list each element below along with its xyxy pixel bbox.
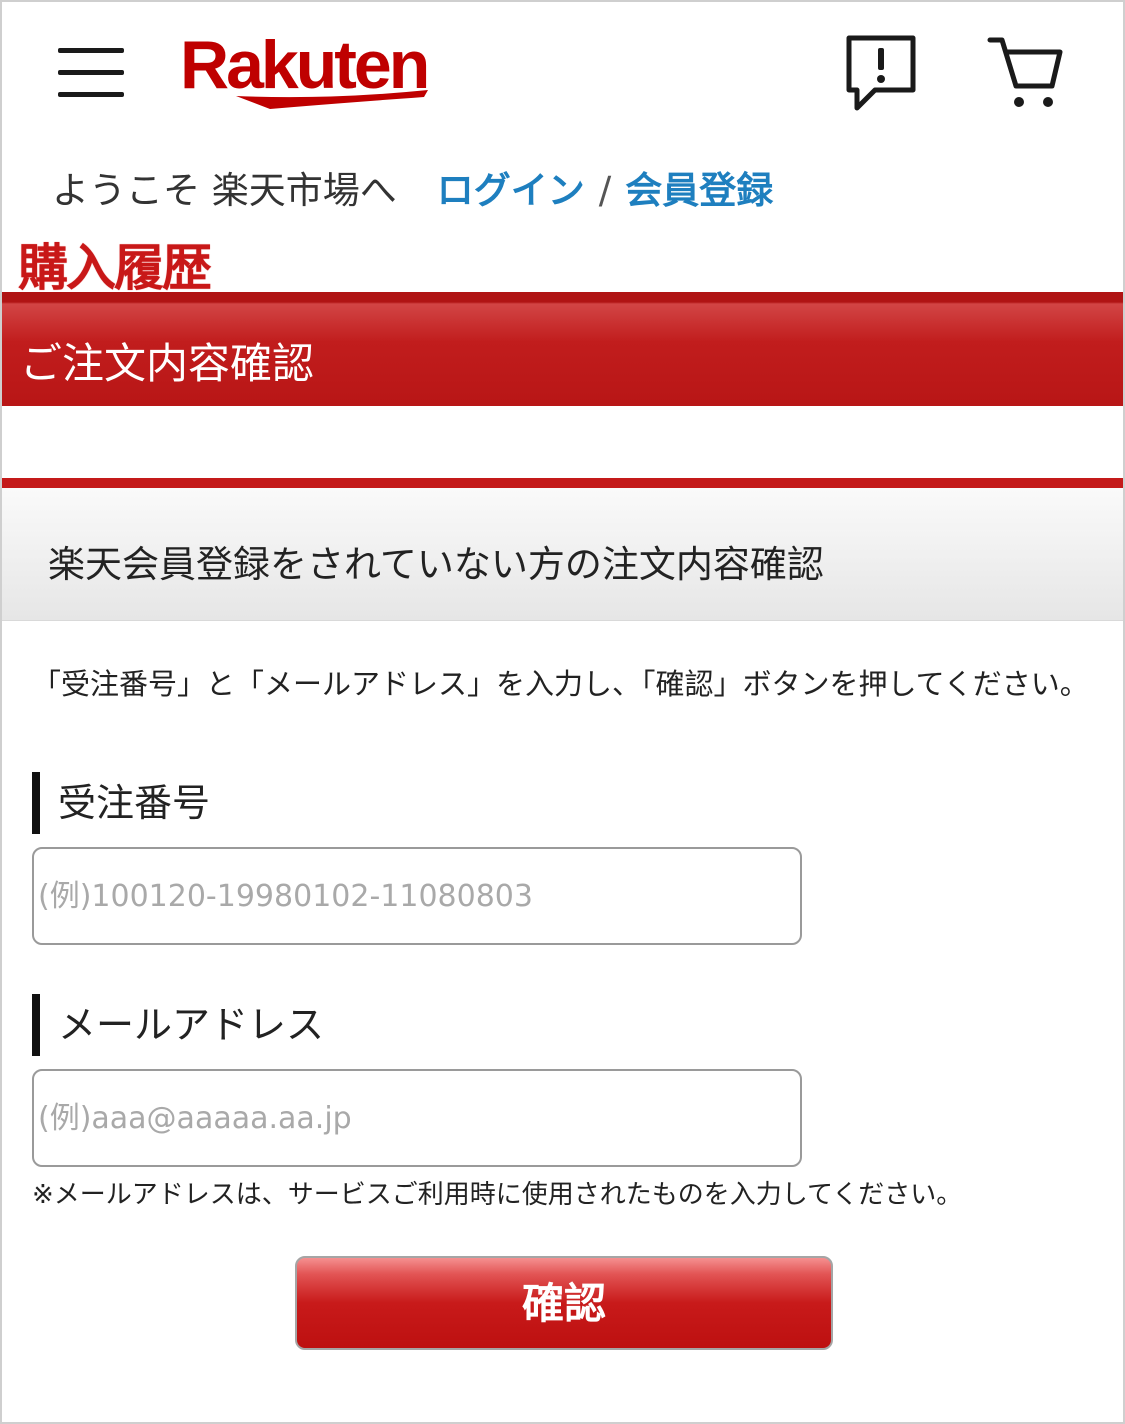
- instruction-text: 「受注番号」と「メールアドレス」を入力し、「確認」ボタンを押してください。: [32, 667, 1089, 701]
- order-number-label: 受注番号: [32, 772, 210, 834]
- hamburger-menu-icon[interactable]: [58, 48, 124, 98]
- red-divider: [2, 478, 1123, 488]
- confirm-button[interactable]: 確認: [295, 1256, 833, 1350]
- order-number-input[interactable]: [32, 847, 802, 945]
- section-title: ご注文内容確認: [20, 339, 315, 388]
- email-note: ※メールアドレスは、サービスご利用時に使用されたものを入力してください。: [32, 1180, 963, 1210]
- svg-text:Rakuten: Rakuten: [180, 27, 427, 103]
- notice-bubble-icon[interactable]: [845, 34, 917, 112]
- subsection-title: 楽天会員登録をされていない方の注文内容確認: [48, 543, 824, 586]
- register-link[interactable]: 会員登録: [625, 169, 773, 212]
- shopping-cart-icon[interactable]: [986, 32, 1066, 112]
- page: Rakuten ようこそ 楽天市場へ ログイン / 会員登録 購入履歴 ご注文内容確認…: [0, 0, 1125, 1424]
- email-input[interactable]: [32, 1069, 802, 1167]
- link-separator: /: [598, 169, 612, 212]
- email-label: メールアドレス: [32, 994, 324, 1056]
- purchase-history-title: 購入履歴: [18, 238, 212, 297]
- welcome-bar: ようこそ 楽天市場へ ログイン / 会員登録: [52, 160, 773, 214]
- rakuten-logo[interactable]: Rakuten: [178, 26, 438, 116]
- login-link[interactable]: ログイン: [437, 169, 585, 212]
- welcome-text: ようこそ 楽天市場へ: [52, 169, 397, 212]
